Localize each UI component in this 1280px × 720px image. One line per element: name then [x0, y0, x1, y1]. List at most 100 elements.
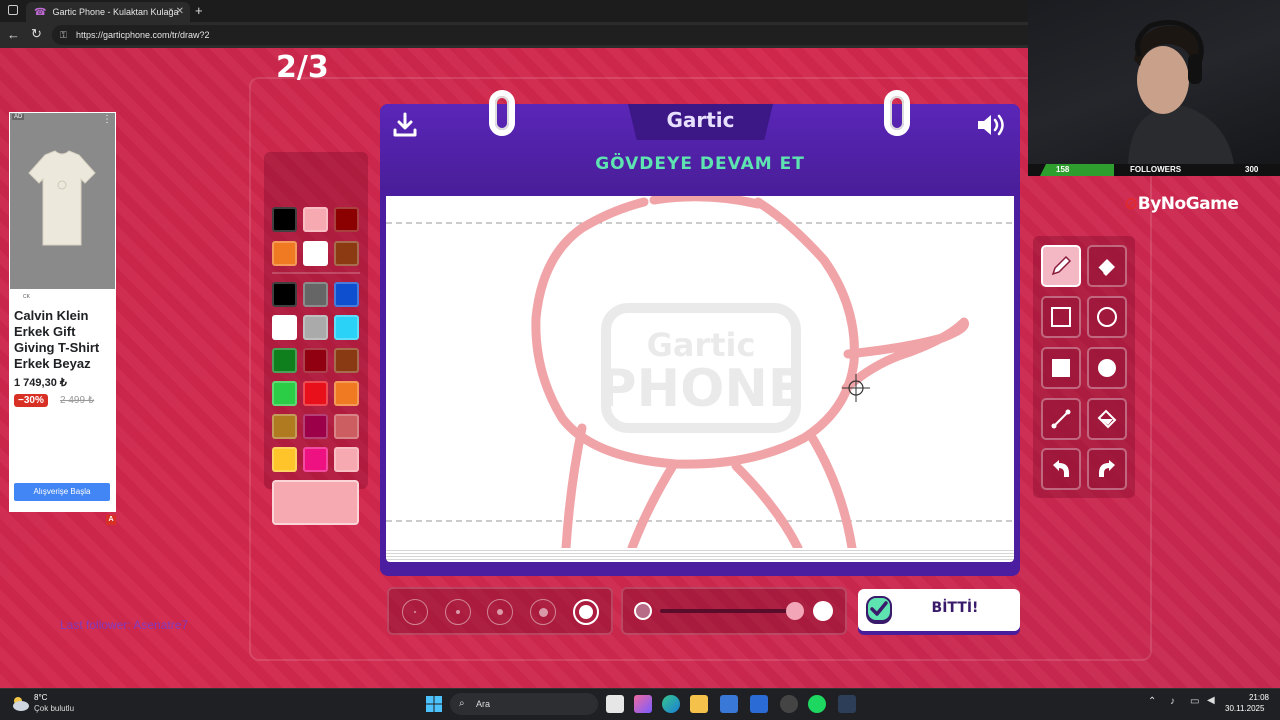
- drawing-canvas[interactable]: Gartic PHONE: [386, 196, 1014, 548]
- tool-ellipse-filled-button[interactable]: [1087, 347, 1127, 389]
- url-field[interactable]: ⚿ https://garticphone.com/tr/draw?2: [52, 25, 1052, 45]
- sponsor-logo: ⊘ByNoGame: [1124, 194, 1239, 214]
- brush-size-button[interactable]: [487, 599, 513, 625]
- ad-discount-badge: −30%: [14, 394, 48, 407]
- file-explorer-icon[interactable]: [690, 695, 708, 713]
- brush-size-dot-icon: [579, 605, 593, 619]
- opacity-slider-handle[interactable]: [786, 602, 804, 620]
- close-tab-icon[interactable]: ✕: [176, 6, 184, 17]
- color-swatch[interactable]: [334, 207, 359, 232]
- color-swatch[interactable]: [303, 447, 328, 472]
- color-swatch[interactable]: [303, 207, 328, 232]
- color-swatch[interactable]: [303, 315, 328, 340]
- done-button-label[interactable]: BİTTİ!: [895, 600, 1015, 616]
- network-icon[interactable]: ▭: [1190, 696, 1199, 707]
- ad-choices-icon[interactable]: A: [106, 515, 116, 525]
- edge-browser-icon[interactable]: [662, 695, 680, 713]
- task-view-icon[interactable]: [606, 695, 624, 713]
- site-info-icon[interactable]: ⚿: [60, 25, 67, 45]
- brush-size-button[interactable]: [573, 599, 599, 625]
- ad-product-image[interactable]: [10, 113, 115, 289]
- color-swatch[interactable]: [272, 414, 297, 439]
- weather-cloud-icon[interactable]: [10, 694, 30, 712]
- opacity-slider-track[interactable]: [660, 609, 796, 613]
- tool-line-button[interactable]: [1041, 398, 1081, 440]
- tool-rectangle-outline-button[interactable]: [1041, 296, 1081, 338]
- brush-size-dot-icon: [538, 607, 548, 617]
- color-swatch[interactable]: [303, 381, 328, 406]
- color-swatch[interactable]: [303, 348, 328, 373]
- color-swatch[interactable]: [272, 348, 297, 373]
- download-icon[interactable]: [392, 112, 418, 138]
- speaker-icon[interactable]: [975, 111, 1009, 139]
- undo-icon: [1053, 460, 1069, 477]
- ad-shop-button[interactable]: Alışverişe Başla: [14, 483, 110, 501]
- tool-rectangle-filled-button[interactable]: [1041, 347, 1081, 389]
- sponsor-name: ByNoGame: [1137, 194, 1239, 214]
- microsoft-store-icon[interactable]: [720, 695, 738, 713]
- volume-icon[interactable]: ◀: [1207, 695, 1215, 706]
- tool-ellipse-outline-button[interactable]: [1087, 296, 1127, 338]
- color-swatch[interactable]: [272, 241, 297, 266]
- binder-ring-right: [884, 90, 910, 136]
- ad-title[interactable]: Calvin Klein Erkek Gift Giving T-Shirt E…: [14, 308, 114, 372]
- sidebar-ad[interactable]: AD ⋮ CK Calvin Klein Erkek Gift Giving T…: [9, 112, 116, 512]
- color-swatch[interactable]: [334, 414, 359, 439]
- color-swatch[interactable]: [303, 414, 328, 439]
- clock-time[interactable]: 21:08: [1243, 693, 1269, 702]
- gartic-logo: Gartic: [666, 108, 735, 132]
- taskbar-search-field[interactable]: ⌕ Ara: [450, 693, 598, 715]
- color-swatch[interactable]: [334, 447, 359, 472]
- ellipse-filled-icon: [1098, 359, 1116, 377]
- color-swatch[interactable]: [272, 447, 297, 472]
- chrome-icon[interactable]: [780, 695, 798, 713]
- ad-options-icon[interactable]: ⋮: [102, 114, 112, 125]
- ad-old-price: 2 499 ₺: [60, 395, 95, 406]
- person-face: [1137, 46, 1189, 114]
- eraser-icon: [1097, 259, 1115, 276]
- weather-temperature[interactable]: 8°C: [34, 693, 47, 702]
- brush-size-button[interactable]: [445, 599, 471, 625]
- notebook-page-edges: [386, 548, 1014, 562]
- spotify-icon[interactable]: [808, 695, 826, 713]
- window-menu-icon[interactable]: [8, 5, 18, 15]
- color-swatch[interactable]: [334, 315, 359, 340]
- ad-price: 1 749,30 ₺: [14, 377, 67, 389]
- color-swatch[interactable]: [334, 381, 359, 406]
- mail-icon[interactable]: [750, 695, 768, 713]
- reload-icon[interactable]: ↻: [31, 26, 42, 42]
- brush-size-button[interactable]: [530, 599, 556, 625]
- color-swatch[interactable]: [334, 241, 359, 266]
- color-swatch[interactable]: [334, 282, 359, 307]
- color-swatch[interactable]: [272, 315, 297, 340]
- microphone-icon[interactable]: ♪: [1170, 696, 1175, 707]
- tool-redo-button[interactable]: [1087, 448, 1127, 490]
- browser-tab-gartic[interactable]: ☎ Gartic Phone - Kulaktan Kulağa ✕: [26, 2, 190, 22]
- followers-label: FOLLOWERS: [1130, 165, 1182, 174]
- color-swatch[interactable]: [272, 207, 297, 232]
- show-hidden-icons-icon[interactable]: ⌃: [1148, 696, 1156, 707]
- windows-start-icon[interactable]: [426, 696, 442, 712]
- copilot-icon[interactable]: [634, 695, 652, 713]
- color-swatch[interactable]: [303, 241, 328, 266]
- brush-size-dot-icon: [497, 609, 503, 615]
- steam-icon[interactable]: [838, 695, 856, 713]
- checkmark-icon: [866, 596, 892, 624]
- binder-ring-left: [489, 90, 515, 136]
- color-swatch[interactable]: [272, 381, 297, 406]
- tool-pencil-button[interactable]: [1041, 245, 1081, 287]
- weather-description[interactable]: Çok bulutlu: [34, 704, 74, 713]
- tool-fill-bucket-button[interactable]: [1087, 398, 1127, 440]
- tool-eraser-button[interactable]: [1087, 245, 1127, 287]
- color-swatch[interactable]: [303, 282, 328, 307]
- back-arrow-icon[interactable]: ←: [7, 27, 20, 42]
- color-swatch[interactable]: [272, 282, 297, 307]
- webcam-overlay: [1028, 0, 1280, 164]
- clock-date[interactable]: 30.11.2025: [1225, 704, 1264, 713]
- color-swatch[interactable]: [334, 348, 359, 373]
- taskbar-search-placeholder: Ara: [476, 699, 491, 709]
- tool-undo-button[interactable]: [1041, 448, 1081, 490]
- new-tab-icon[interactable]: +: [195, 3, 203, 18]
- brush-size-button[interactable]: [402, 599, 428, 625]
- ellipse-outline-icon: [1097, 307, 1117, 327]
